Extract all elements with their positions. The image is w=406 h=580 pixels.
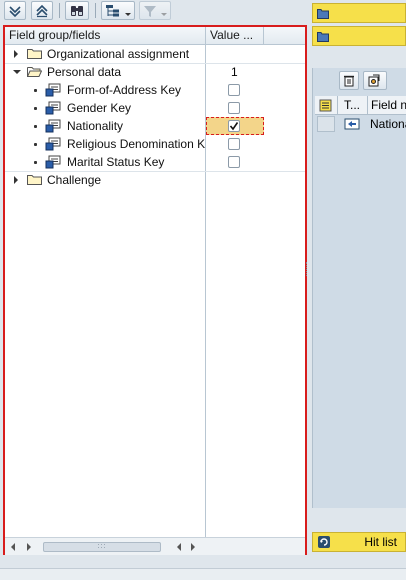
row-selector[interactable] xyxy=(317,116,335,132)
right-toolbar-button-1[interactable] xyxy=(312,3,406,23)
collapse-all-icon xyxy=(36,4,48,17)
scroll-left-icon[interactable] xyxy=(177,543,181,551)
hit-list-button[interactable]: Hit list xyxy=(312,532,406,552)
row-label: Form-of-Address Key xyxy=(67,83,182,97)
grid-row[interactable]: Nationa xyxy=(315,115,406,133)
tree-row-form-of-address-key[interactable]: Form-of-Address Key xyxy=(5,81,305,99)
tree-row-nationality[interactable]: Nationality xyxy=(5,117,305,135)
right-toolbar-button-2[interactable] xyxy=(312,26,406,46)
header-field-group[interactable]: Field group/fields xyxy=(5,27,206,44)
tree-header: Field group/fields Value ... xyxy=(5,27,305,45)
details-button[interactable] xyxy=(363,71,387,90)
filter-button[interactable] xyxy=(139,1,171,20)
group-count: 1 xyxy=(231,65,238,79)
grid-header: T... Field na xyxy=(315,96,406,115)
row-label: Religious Denomination Key xyxy=(67,137,205,151)
right-panel: T... Field na Nationa Hit list xyxy=(312,0,406,580)
collapse-all-button[interactable] xyxy=(31,1,53,20)
bullet-icon xyxy=(34,107,37,110)
bullet-icon xyxy=(34,89,37,92)
tree-layout-button[interactable] xyxy=(101,1,135,20)
folder-icon xyxy=(27,49,42,59)
value-checkbox[interactable] xyxy=(228,138,240,150)
field-icon xyxy=(45,119,61,133)
tree-row-challenge[interactable]: Challenge xyxy=(5,171,305,189)
grid-type-cell xyxy=(337,116,367,132)
tree-layout-icon xyxy=(106,4,131,16)
tree-toolbar xyxy=(0,0,308,22)
panel-splitter[interactable] xyxy=(306,262,308,276)
tree-row-marital-status-key[interactable]: Marital Status Key xyxy=(5,153,305,171)
grid-menu-icon[interactable] xyxy=(319,99,333,112)
value-checkbox[interactable] xyxy=(228,84,240,96)
delete-button[interactable] xyxy=(339,71,359,90)
open-folder-icon xyxy=(27,67,42,77)
trash-icon xyxy=(344,75,354,87)
toolbar-separator xyxy=(59,3,60,18)
bullet-icon xyxy=(34,143,37,146)
row-label: Personal data xyxy=(47,65,122,79)
header-value[interactable]: Value ... xyxy=(206,27,264,44)
value-checkbox[interactable] xyxy=(228,102,240,114)
field-icon xyxy=(45,101,61,115)
expand-all-button[interactable] xyxy=(4,1,26,20)
hit-list-label: Hit list xyxy=(364,535,397,549)
row-label: Challenge xyxy=(47,173,102,187)
status-bar xyxy=(0,568,406,580)
refresh-icon xyxy=(318,536,330,548)
field-type-icon xyxy=(344,118,360,130)
row-label: Organizational assignment xyxy=(47,47,190,61)
value-checkbox-checked[interactable] xyxy=(228,120,240,132)
horizontal-scrollbar[interactable]: ::: xyxy=(5,537,305,555)
find-icon xyxy=(71,5,83,16)
expand-all-icon xyxy=(9,5,21,17)
scroll-left-icon[interactable] xyxy=(11,543,15,551)
checkmark-icon xyxy=(229,122,239,131)
tree-row-religious-denomination-key[interactable]: Religious Denomination Key xyxy=(5,135,305,153)
tree-row-organizational-assignment[interactable]: Organizational assignment xyxy=(5,45,305,63)
folder-icon xyxy=(317,31,329,42)
field-tree-panel: Field group/fields Value ... Organizatio… xyxy=(3,25,307,555)
filter-icon xyxy=(144,5,167,17)
field-icon xyxy=(45,155,61,169)
collapse-arrow-icon[interactable] xyxy=(13,70,21,74)
expand-arrow-icon[interactable] xyxy=(14,176,18,184)
value-checkbox[interactable] xyxy=(228,156,240,168)
details-icon xyxy=(368,74,380,87)
scroll-thumb[interactable]: ::: xyxy=(43,542,161,552)
row-label: Nationality xyxy=(67,119,124,133)
grid-field-name-cell: Nationa xyxy=(370,117,406,131)
grid-col-type[interactable]: T... xyxy=(337,96,367,115)
hit-grid: T... Field na Nationa xyxy=(312,68,406,508)
tree-row-gender-key[interactable]: Gender Key xyxy=(5,99,305,117)
row-label: Marital Status Key xyxy=(67,155,165,169)
folder-icon xyxy=(317,8,329,19)
bullet-icon xyxy=(34,161,37,164)
row-label: Gender Key xyxy=(67,101,132,115)
field-icon xyxy=(45,137,61,151)
scroll-right-icon[interactable] xyxy=(27,543,31,551)
toolbar-separator xyxy=(95,3,96,18)
folder-icon xyxy=(27,175,42,185)
find-button[interactable] xyxy=(65,1,89,20)
scroll-right-icon[interactable] xyxy=(191,543,195,551)
bullet-icon xyxy=(34,125,37,128)
grid-col-field-name[interactable]: Field na xyxy=(367,96,406,115)
field-icon xyxy=(45,83,61,97)
expand-arrow-icon[interactable] xyxy=(14,50,18,58)
tree-row-personal-data[interactable]: Personal data 1 xyxy=(5,63,305,81)
